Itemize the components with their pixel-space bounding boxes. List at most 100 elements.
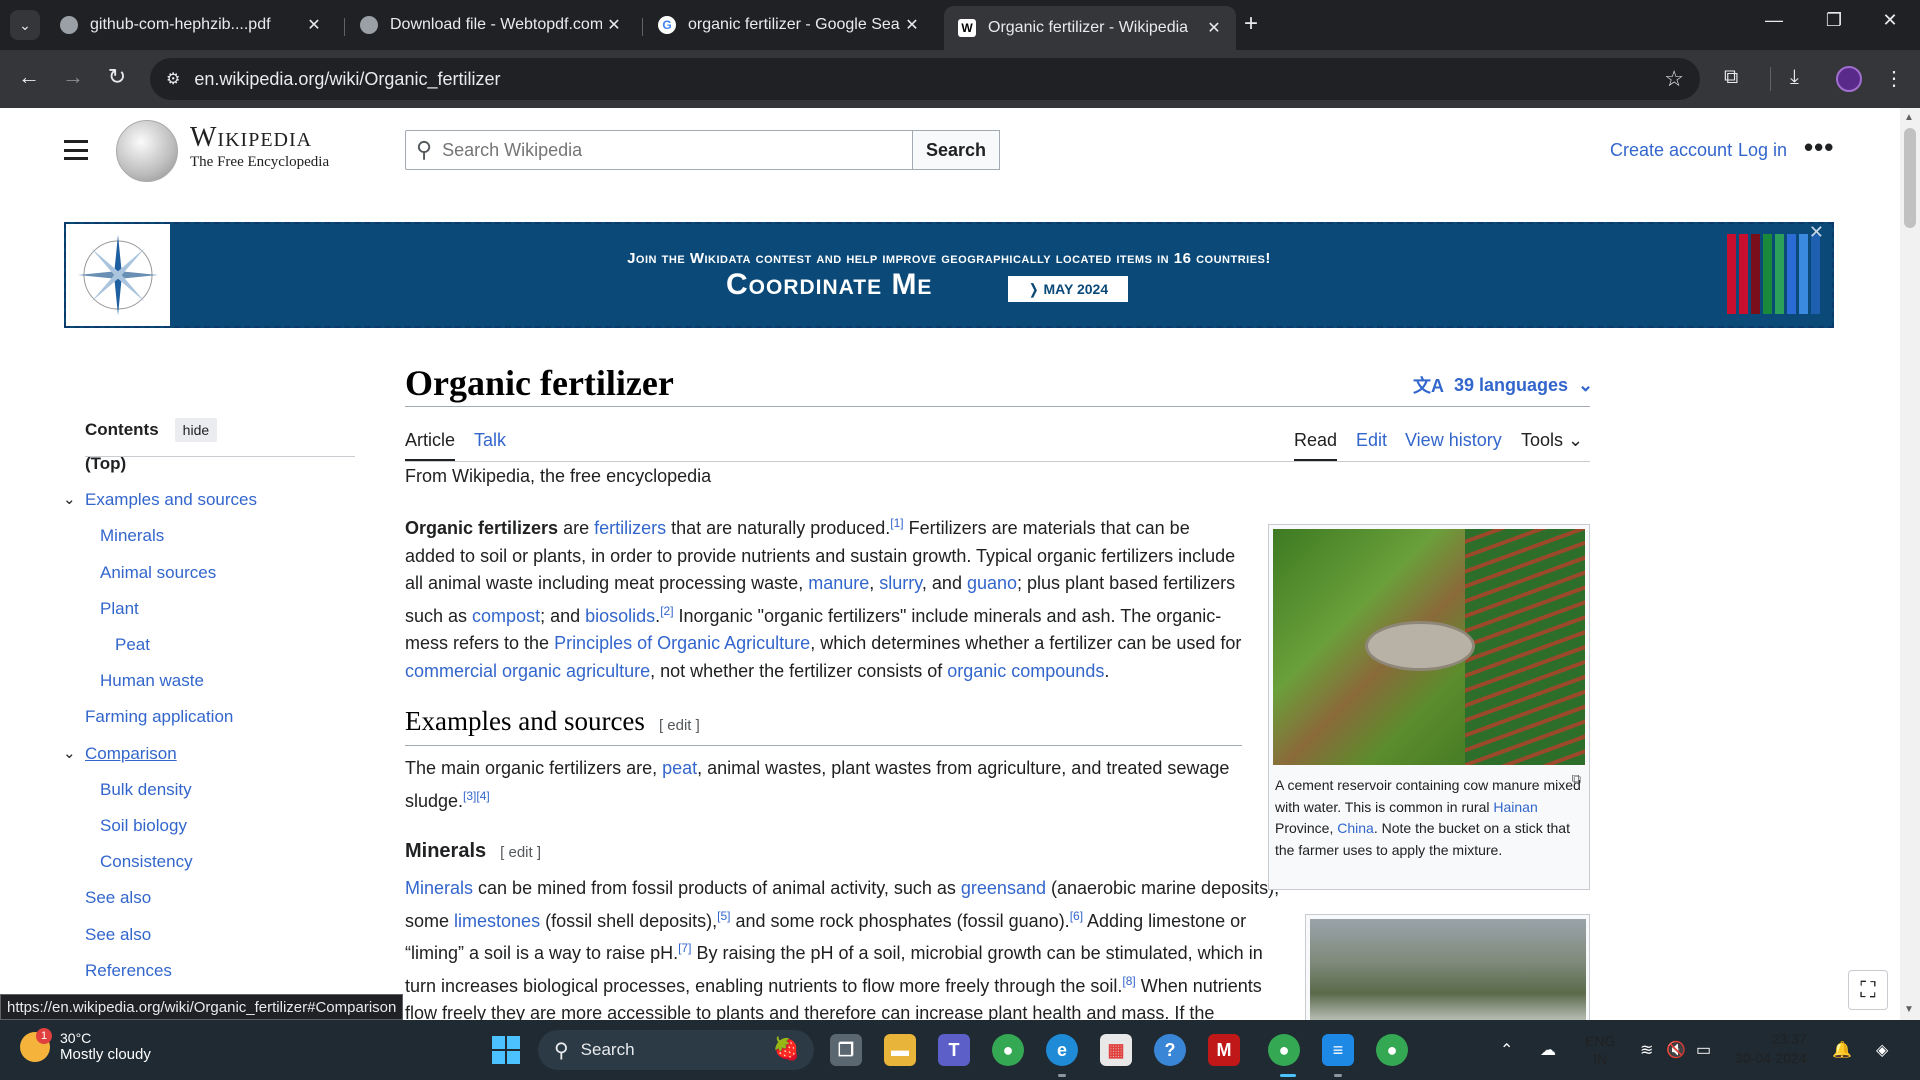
banner-close-icon[interactable]: ✕ bbox=[1809, 222, 1824, 243]
chevron-down-icon[interactable]: ⌄ bbox=[63, 490, 76, 508]
tab-edit[interactable]: Edit bbox=[1356, 430, 1387, 451]
toc-item[interactable]: See also bbox=[85, 925, 151, 945]
photo-cement-reservoir[interactable] bbox=[1273, 529, 1585, 765]
extensions-icon[interactable]: ⧉ bbox=[1724, 66, 1738, 89]
new-tab-icon[interactable]: + bbox=[1244, 10, 1258, 38]
tab-article[interactable]: Article bbox=[405, 430, 456, 461]
link-manure[interactable]: manure bbox=[808, 573, 869, 593]
tab-tools[interactable]: Tools ⌄ bbox=[1521, 430, 1583, 451]
link-principles[interactable]: Principles of Organic Agriculture bbox=[554, 633, 810, 653]
toc-item[interactable]: Animal sources bbox=[100, 563, 216, 583]
toc-item[interactable]: Farming application bbox=[85, 707, 233, 727]
file-explorer-icon[interactable]: ▬ bbox=[884, 1034, 916, 1066]
edit-section-link[interactable]: [ edit ] bbox=[500, 844, 541, 861]
minimize-icon[interactable]: — bbox=[1754, 10, 1794, 31]
link-peat[interactable]: peat bbox=[662, 758, 697, 778]
notepad-icon[interactable]: ≡ bbox=[1322, 1034, 1354, 1066]
chrome-icon-2[interactable]: ● bbox=[1376, 1034, 1408, 1066]
language-indicator[interactable]: ENG IN bbox=[1585, 1032, 1615, 1068]
fullscreen-icon[interactable]: ⛶ bbox=[1848, 970, 1888, 1010]
edit-section-link[interactable]: [ edit ] bbox=[659, 717, 700, 734]
search-button[interactable]: Search bbox=[912, 130, 1000, 170]
scroll-up-icon[interactable]: ▲ bbox=[1904, 112, 1914, 123]
link-china[interactable]: China bbox=[1337, 820, 1374, 836]
search-input[interactable] bbox=[442, 139, 883, 161]
link-guano[interactable]: guano bbox=[967, 573, 1017, 593]
start-button[interactable] bbox=[492, 1036, 520, 1064]
link-limestones[interactable]: limestones bbox=[454, 911, 540, 931]
toc-item[interactable]: Consistency bbox=[100, 852, 193, 872]
scrollbar-thumb[interactable] bbox=[1904, 128, 1916, 228]
link-commercial-organic[interactable]: commercial organic agriculture bbox=[405, 661, 650, 681]
close-tab-icon[interactable]: ✕ bbox=[1202, 18, 1226, 38]
scroll-down-icon[interactable]: ▼ bbox=[1904, 1004, 1914, 1015]
link-biosolids[interactable]: biosolids bbox=[585, 606, 655, 626]
chevron-up-icon[interactable]: ⌃ bbox=[1500, 1040, 1513, 1060]
login-link[interactable]: Log in bbox=[1738, 140, 1787, 161]
create-account-link[interactable]: Create account bbox=[1610, 140, 1732, 161]
toc-item[interactable]: References bbox=[85, 961, 172, 981]
back-icon[interactable]: ← bbox=[14, 64, 44, 90]
mcafee-icon[interactable]: M bbox=[1208, 1034, 1240, 1066]
tab-webtopdf[interactable]: Download file - Webtopdf.com ✕ bbox=[346, 8, 636, 42]
toc-item[interactable]: Bulk density bbox=[100, 780, 192, 800]
toc-item[interactable]: Human waste bbox=[100, 671, 204, 691]
link-fertilizers[interactable]: fertilizers bbox=[594, 518, 666, 538]
chrome-profile-icon[interactable]: ● bbox=[1268, 1034, 1300, 1066]
task-view-icon[interactable]: ❐ bbox=[830, 1034, 862, 1066]
toc-item[interactable]: Peat bbox=[115, 635, 150, 655]
profile-avatar[interactable] bbox=[1836, 66, 1862, 92]
toc-item[interactable]: Plant bbox=[100, 599, 139, 619]
bookmark-star-icon[interactable]: ☆ bbox=[1664, 66, 1684, 92]
wifi-icon[interactable]: ≋ bbox=[1640, 1040, 1653, 1060]
wikipedia-globe-logo[interactable] bbox=[116, 120, 178, 182]
clock[interactable]: 23:37 30-04-2024 bbox=[1735, 1030, 1807, 1068]
toc-item[interactable]: (Top) bbox=[85, 454, 126, 474]
search-box[interactable]: ⚲ bbox=[405, 130, 913, 170]
onedrive-icon[interactable]: ☁ bbox=[1540, 1040, 1556, 1060]
address-url[interactable]: en.wikipedia.org/wiki/Organic_fertilizer bbox=[194, 69, 500, 90]
tab-search-button[interactable]: ⌄ bbox=[10, 10, 40, 40]
banner-date-button[interactable]: ❭ MAY 2024 bbox=[1008, 276, 1128, 302]
store-icon[interactable]: ▦ bbox=[1100, 1034, 1132, 1066]
photo-field[interactable] bbox=[1310, 919, 1586, 1020]
toc-item[interactable]: See also bbox=[85, 888, 151, 908]
taskbar-search[interactable]: ⚲ Search 🍓 bbox=[538, 1030, 814, 1070]
volume-muted-icon[interactable]: 🔇 bbox=[1666, 1040, 1686, 1060]
main-menu-icon[interactable] bbox=[64, 140, 88, 160]
close-tab-icon[interactable]: ✕ bbox=[900, 15, 924, 35]
user-menu-icon[interactable]: ••• bbox=[1804, 132, 1834, 163]
browser-menu-icon[interactable]: ⋮ bbox=[1884, 66, 1904, 91]
tab-google-search[interactable]: G organic fertilizer - Google Searc ✕ bbox=[644, 8, 934, 42]
tab-talk[interactable]: Talk bbox=[474, 430, 506, 451]
help-icon[interactable]: ? bbox=[1154, 1034, 1186, 1066]
notification-bell-icon[interactable]: 🔔 bbox=[1832, 1040, 1852, 1060]
battery-icon[interactable]: ▭ bbox=[1696, 1040, 1711, 1060]
tab-read[interactable]: Read bbox=[1294, 430, 1338, 461]
close-tab-icon[interactable]: ✕ bbox=[602, 15, 626, 35]
language-selector[interactable]: 文A 39 languages ⌄ bbox=[1413, 372, 1593, 398]
tab-view-history[interactable]: View history bbox=[1405, 430, 1502, 451]
weather-widget[interactable]: 1 30°C Mostly cloudy bbox=[20, 1027, 151, 1063]
close-window-icon[interactable]: ✕ bbox=[1870, 10, 1910, 31]
toc-item[interactable]: Soil biology bbox=[100, 816, 187, 836]
tab-github-pdf[interactable]: github-com-hephzib....pdf ✕ bbox=[46, 8, 336, 42]
downloads-icon[interactable]: ⤓ bbox=[1790, 66, 1799, 89]
tab-wikipedia[interactable]: W Organic fertilizer - Wikipedia ✕ bbox=[944, 6, 1236, 50]
wikidata-contest-banner[interactable]: Join the Wikidata contest and help impro… bbox=[64, 222, 1834, 328]
chevron-down-icon[interactable]: ⌄ bbox=[63, 744, 76, 762]
site-info-icon[interactable]: ⚙ bbox=[166, 69, 180, 89]
link-minerals[interactable]: Minerals bbox=[405, 878, 473, 898]
address-bar[interactable]: ⚙ en.wikipedia.org/wiki/Organic_fertiliz… bbox=[150, 58, 1700, 100]
reload-icon[interactable]: ↻ bbox=[102, 64, 132, 90]
link-hainan[interactable]: Hainan bbox=[1493, 799, 1537, 815]
link-organic-compounds[interactable]: organic compounds bbox=[947, 661, 1104, 681]
toc-item[interactable]: ⌄ Comparison bbox=[63, 744, 177, 764]
link-slurry[interactable]: slurry bbox=[879, 573, 922, 593]
forward-icon[interactable]: → bbox=[58, 64, 88, 90]
copilot-icon[interactable]: ◈ bbox=[1876, 1040, 1888, 1060]
page-scrollbar[interactable]: ▲ ▼ bbox=[1900, 108, 1920, 1020]
chrome-icon[interactable]: ● bbox=[992, 1034, 1024, 1066]
close-tab-icon[interactable]: ✕ bbox=[302, 15, 326, 35]
teams-icon[interactable]: T bbox=[938, 1034, 970, 1066]
